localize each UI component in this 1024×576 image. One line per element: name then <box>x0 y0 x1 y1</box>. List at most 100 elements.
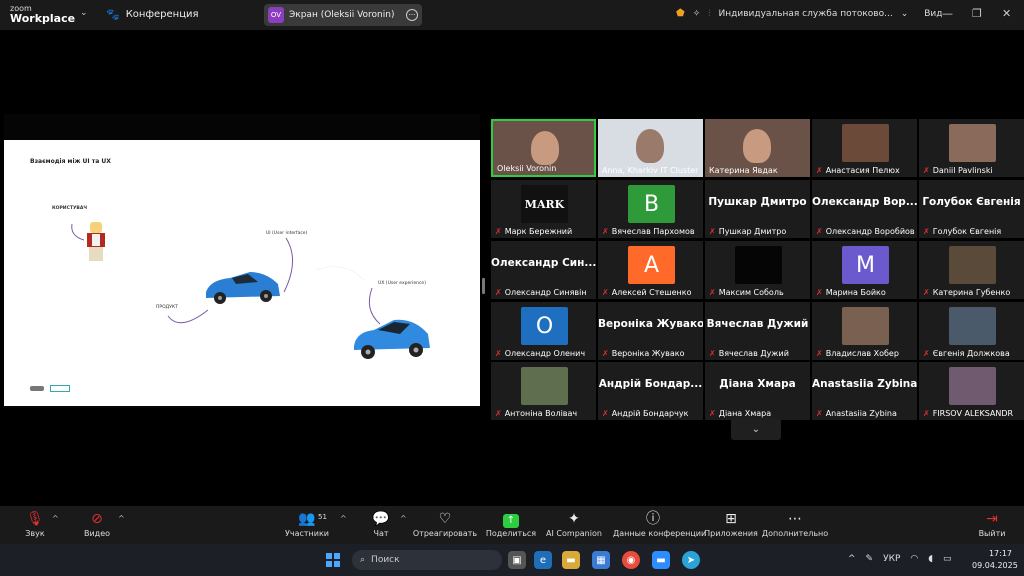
display-name: Діана Хмара <box>719 378 796 390</box>
participant-tile[interactable]: Олександр Син... ✗ Олександр Синявін <box>491 241 596 299</box>
participant-tile[interactable]: Anastasiia Zybina ✗ Anastasiia Zybina <box>812 362 917 420</box>
edge-icon[interactable]: e <box>534 551 552 569</box>
participant-name-text: Голубок Євгенія <box>932 227 1002 236</box>
participant-tile[interactable]: Пушкар Дмитро ✗ Пушкар Дмитро <box>705 180 810 238</box>
windows-start-icon[interactable] <box>326 553 340 567</box>
participant-tile[interactable]: Anna, Kharkiv IT Cluster <box>598 119 703 177</box>
participant-tile[interactable]: Діана Хмара ✗ Діана Хмара <box>705 362 810 420</box>
chevron-down-icon[interactable]: ⌄ <box>901 9 909 19</box>
folder-icon[interactable]: ▬ <box>562 551 580 569</box>
display-name: Андрій Бондар... <box>598 378 703 390</box>
participant-name: ✗ Алексей Стешенко <box>602 288 691 297</box>
participant-tile[interactable]: ✗ Євгенія Должкова <box>919 302 1024 360</box>
participant-tile[interactable]: Катерина Явдак <box>705 119 810 177</box>
participant-name: ✗ Олександр Синявін <box>495 288 587 297</box>
video-button[interactable]: ⊘ Видео <box>57 510 137 538</box>
sponsor-logo <box>30 386 44 391</box>
mic-muted-icon: ✗ <box>709 288 716 297</box>
more-label: Дополнительно <box>761 529 829 538</box>
chrome-icon[interactable]: ◉ <box>622 551 640 569</box>
language-indicator[interactable]: УКР <box>883 554 900 564</box>
chevron-up-icon[interactable]: ^ <box>848 554 856 564</box>
participant-tile[interactable]: Oleksii Voronin <box>491 119 596 177</box>
zoom-app-icon[interactable]: ▬ <box>652 551 670 569</box>
battery-icon[interactable]: ▭ <box>943 554 952 564</box>
avatar: O <box>521 307 568 345</box>
search-icon: ⌕ <box>360 555 366 565</box>
sparkle-icon: ✦ <box>568 511 580 527</box>
participant-tile[interactable]: ✗ Антоніна Волівач <box>491 362 596 420</box>
chevron-down-icon[interactable]: ⌄ <box>80 8 88 18</box>
mic-muted-icon: ✗ <box>709 227 716 236</box>
video-label: Видео <box>83 529 111 538</box>
participant-tile[interactable]: ✗ Анастасия Пелюх <box>812 119 917 177</box>
avatar <box>949 246 996 284</box>
participant-tile[interactable]: Вячеслав Дужий ✗ Вячеслав Дужий <box>705 302 810 360</box>
view-button[interactable]: Вид <box>924 9 942 19</box>
wifi-icon[interactable]: ◠ <box>910 554 918 564</box>
participant-name-text: Олександр Синявін <box>504 288 587 297</box>
close-icon[interactable]: ✕ <box>1002 7 1011 20</box>
touch-icon[interactable]: ✎ <box>866 554 874 564</box>
zoom-logo[interactable]: zoom Workplace <box>10 4 75 24</box>
mic-muted-icon: ✗ <box>495 288 502 297</box>
stream-name[interactable]: Индивидуальная служба потоково... <box>719 9 893 19</box>
participant-tile[interactable]: ✗ Максим Соболь <box>705 241 810 299</box>
participant-tile[interactable]: Вероніка Жувако ✗ Вероніка Жувако <box>598 302 703 360</box>
task-view-icon[interactable]: ▣ <box>508 551 526 569</box>
chevron-up-icon[interactable]: ^ <box>118 514 125 523</box>
leave-label: Выйти <box>978 529 1006 538</box>
participant-name: ✗ Катерина Губенко <box>923 288 1010 297</box>
avatar <box>949 307 996 345</box>
time: 17:17 <box>988 549 1012 558</box>
shield-icon[interactable]: ⬟ <box>676 8 685 19</box>
avatar: B <box>628 185 675 223</box>
volume-icon[interactable]: ◖ <box>928 554 933 564</box>
screen-share-pill[interactable]: OV Экран (Oleksii Voronin) ··· <box>264 4 422 26</box>
leave-button[interactable]: ⇥ Выйти <box>952 510 1024 538</box>
participant-tile[interactable]: Голубок Євгенія ✗ Голубок Євгенія <box>919 180 1024 238</box>
mic-muted-icon: ✗ <box>602 227 609 236</box>
windows-taskbar: ⌕ Поиск ▣ e ▬ ▦ ◉ ▬ ➤ ^ ✎ УКР ◠ ◖ ▭ 17:1… <box>0 544 1024 576</box>
participant-tile[interactable]: O ✗ Олександр Оленич <box>491 302 596 360</box>
participant-tile[interactable]: MARK ✗ Марк Бережний <box>491 180 596 238</box>
participant-tile[interactable]: Андрій Бондар... ✗ Андрій Бондарчук <box>598 362 703 420</box>
more-options-icon[interactable]: ··· <box>406 9 418 21</box>
ai-companion-button[interactable]: ✦ AI Companion <box>534 510 614 538</box>
participants-count: 51 <box>318 513 327 521</box>
participant-tile[interactable]: ✗ Daniil Pavlinski <box>919 119 1024 177</box>
participant-name-text: Євгенія Должкова <box>932 349 1010 358</box>
sparkle-icon[interactable]: ✧ <box>693 9 701 19</box>
participant-name: ✗ Пушкар Дмитро <box>709 227 786 236</box>
mic-muted-icon: ✗ <box>816 349 823 358</box>
participant-tile[interactable]: ✗ Катерина Губенко <box>919 241 1024 299</box>
taskbar-search[interactable]: ⌕ Поиск <box>352 550 502 570</box>
cluster-logo <box>50 385 70 392</box>
chevron-down-icon: ⌄ <box>751 423 761 435</box>
participant-tile[interactable]: B ✗ Вячеслав Пархомов <box>598 180 703 238</box>
avatar <box>842 124 889 162</box>
participant-tile[interactable]: ✗ Владислав Хобер <box>812 302 917 360</box>
resize-handle[interactable] <box>482 278 485 294</box>
share-title: Экран (Oleksii Voronin) <box>289 10 395 20</box>
participant-name: ✗ FIRSOV ALEKSANDR <box>923 409 1013 418</box>
participants-button[interactable]: 👥 Участники <box>267 510 347 538</box>
participant-name-text: Антоніна Волівач <box>504 409 578 418</box>
participant-tile[interactable]: ✗ FIRSOV ALEKSANDR <box>919 362 1024 420</box>
meeting-info-button[interactable]: ⓘ Данные конференции <box>613 510 706 538</box>
store-icon[interactable]: ▦ <box>592 551 610 569</box>
gallery-next-page[interactable]: ⌄ <box>731 418 781 440</box>
participant-tile[interactable]: Олександр Вор... ✗ Олександр Воробйов <box>812 180 917 238</box>
mic-muted-icon: ✗ <box>816 227 823 236</box>
minimize-icon[interactable]: — <box>942 7 953 20</box>
participant-name-text: Марк Бережний <box>504 227 573 236</box>
participant-tile[interactable]: M ✗ Марина Бойко <box>812 241 917 299</box>
restore-icon[interactable]: ❐ <box>972 7 982 20</box>
telegram-icon[interactable]: ➤ <box>682 551 700 569</box>
participant-tile[interactable]: A ✗ Алексей Стешенко <box>598 241 703 299</box>
participant-name-text: FIRSOV ALEKSANDR <box>932 409 1014 418</box>
more-button[interactable]: ⋯ Дополнительно <box>755 510 835 538</box>
clock[interactable]: 17:17 09.04.2025 <box>972 548 1018 572</box>
meeting-menu[interactable]: 🐾 Конференция <box>106 8 199 21</box>
car-image-ui <box>206 272 280 304</box>
